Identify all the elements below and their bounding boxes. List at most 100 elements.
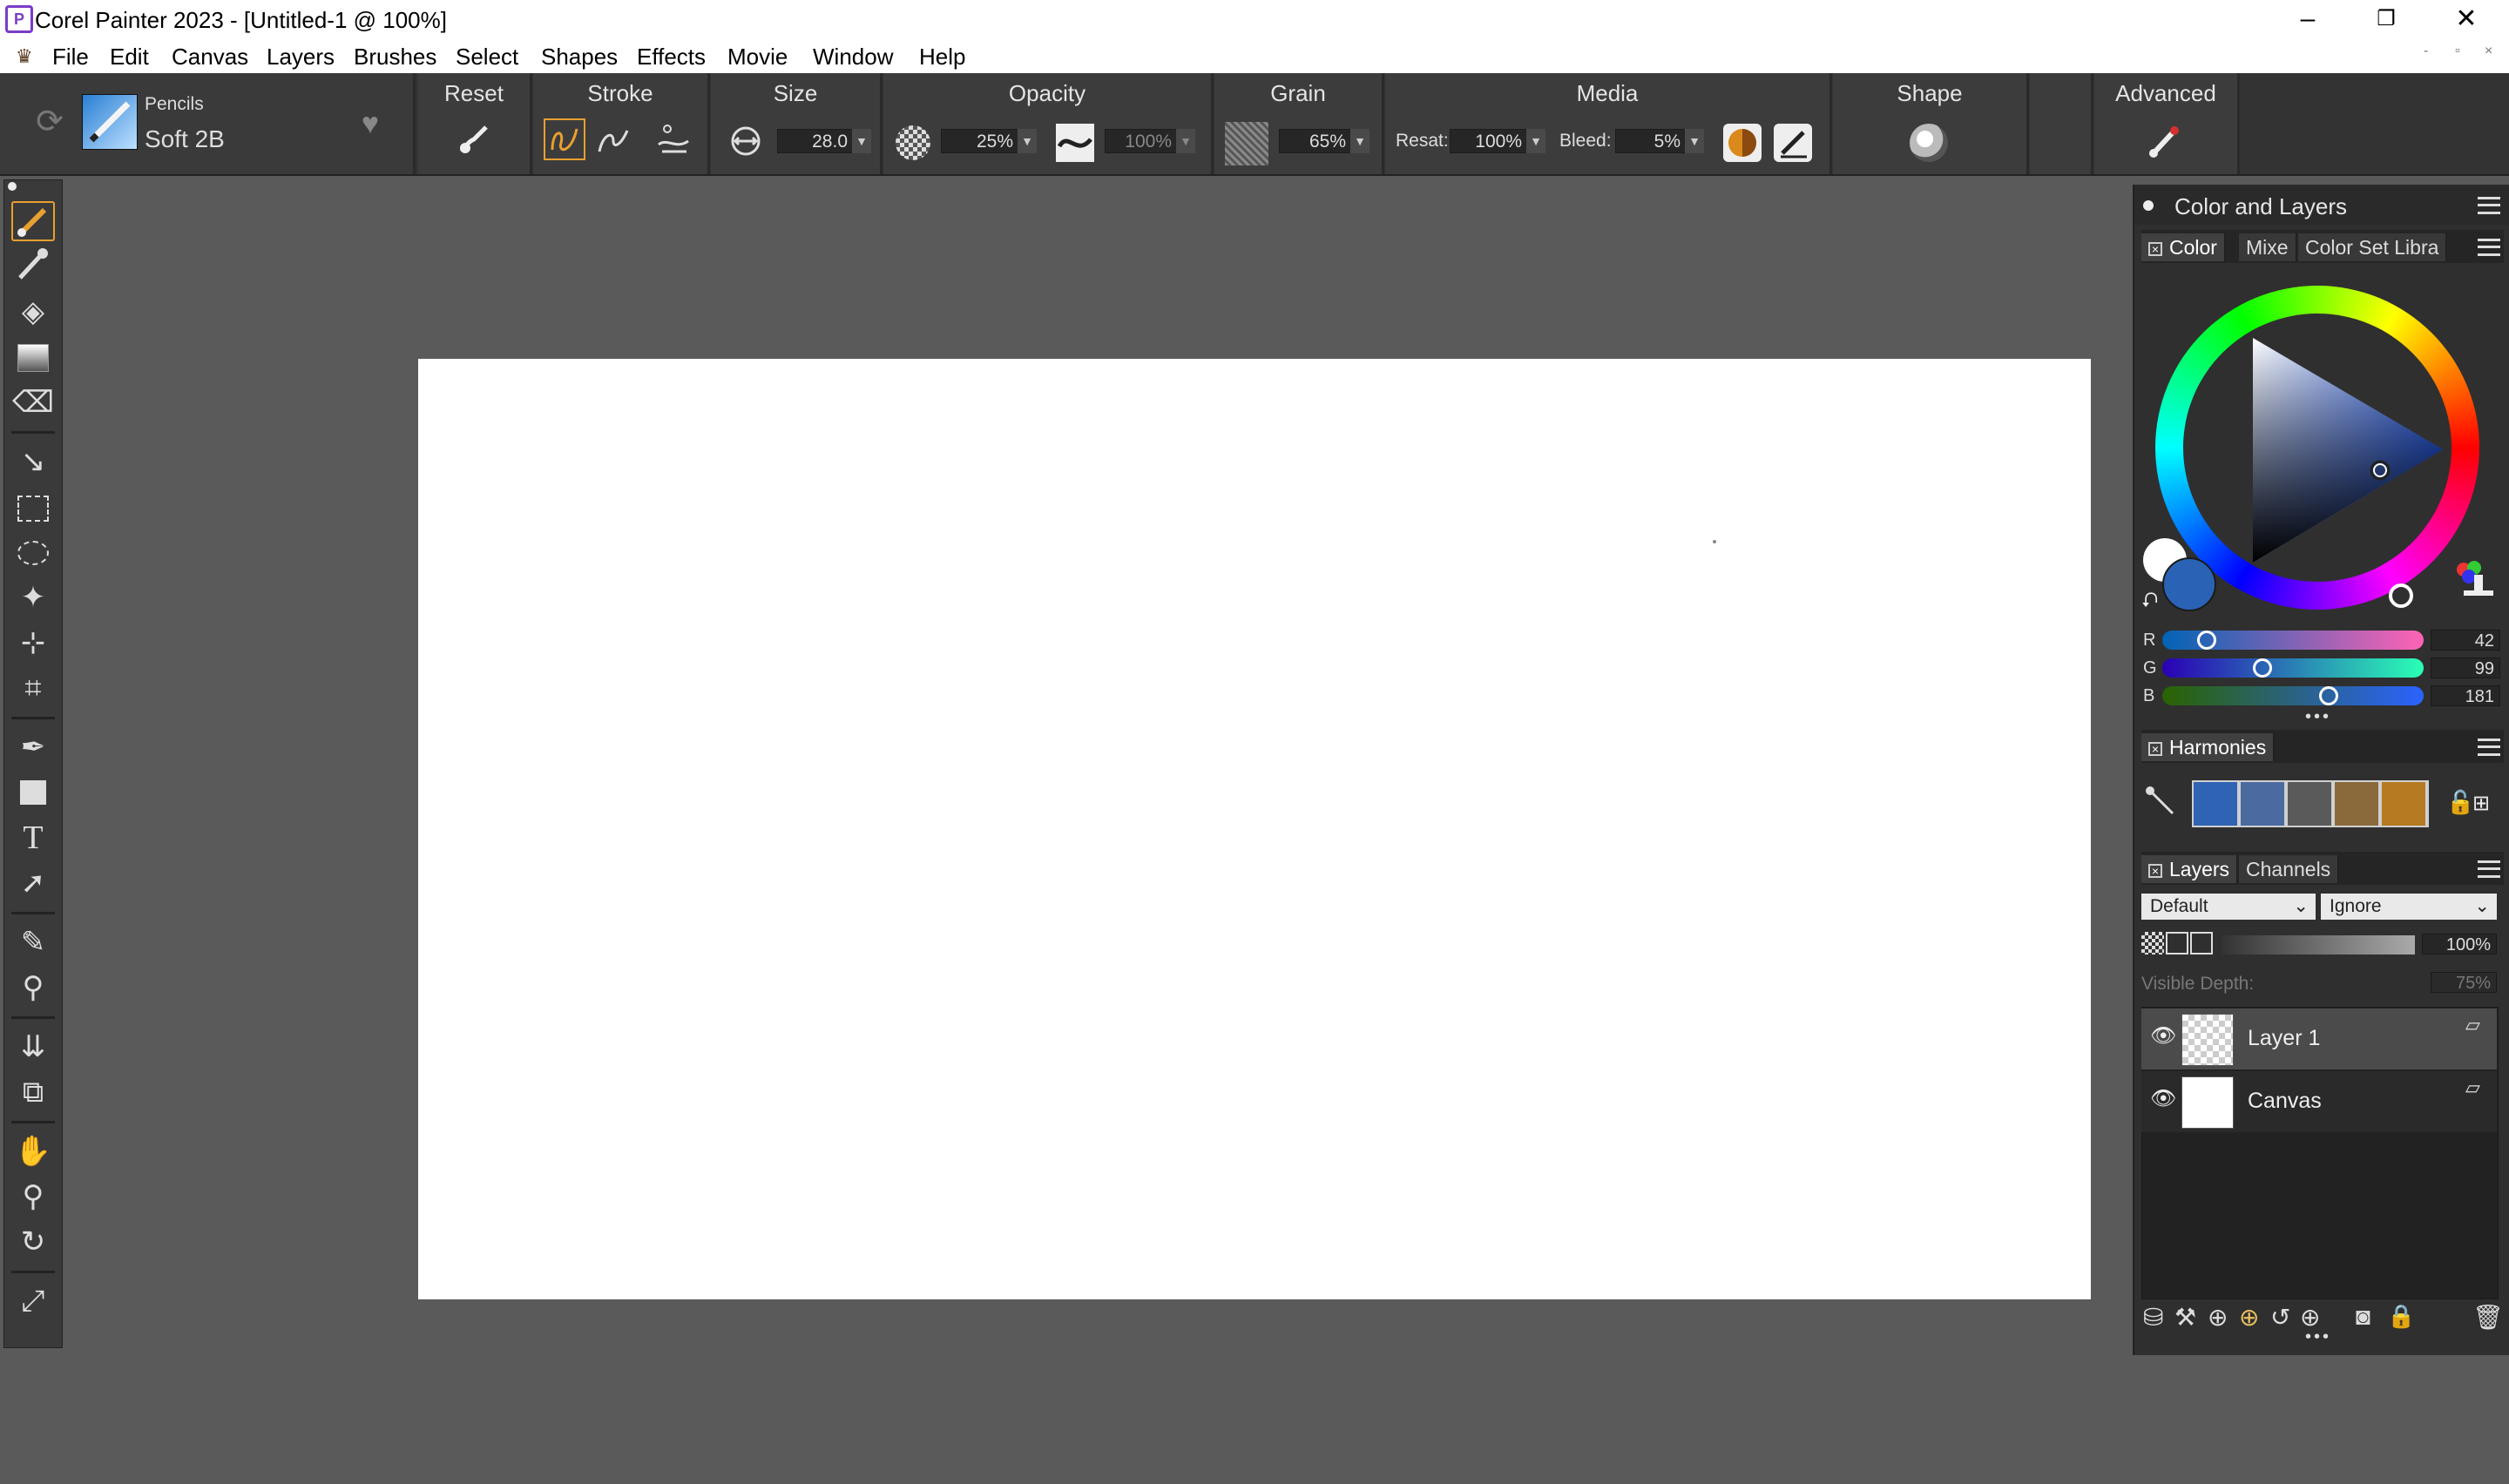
- color-panel-resize-handle[interactable]: •••: [2305, 707, 2331, 727]
- harmony-swatch[interactable]: [2194, 782, 2237, 826]
- composite-depth-select[interactable]: Ignore ⌄: [2321, 894, 2497, 920]
- menu-movie[interactable]: Movie: [727, 44, 788, 71]
- layer-mask-icon[interactable]: ◙: [2356, 1303, 2370, 1331]
- screen-mode-toggle-icon[interactable]: ⤢: [11, 1281, 55, 1321]
- close-panel-icon[interactable]: ×: [2148, 741, 2162, 756]
- visibility-eye-icon[interactable]: 👁: [2150, 1024, 2176, 1049]
- new-liquid-ink-layer-icon[interactable]: ↺: [2270, 1303, 2290, 1332]
- harmony-swatch[interactable]: [2382, 782, 2425, 826]
- color-dropper-icon[interactable]: [2452, 559, 2495, 603]
- visible-depth-input[interactable]: 75%: [2431, 972, 2497, 993]
- layer-opacity-slider[interactable]: [2222, 935, 2415, 954]
- opacity-dropdown[interactable]: ▼: [1018, 129, 1037, 153]
- crop-tool-icon[interactable]: ⌗: [11, 668, 55, 708]
- layers-menu-icon[interactable]: [2478, 860, 2500, 878]
- advanced-brush-icon[interactable]: [2145, 122, 2183, 160]
- menu-effects[interactable]: Effects: [637, 44, 706, 71]
- lock-harmony-icon[interactable]: 🔓: [2446, 789, 2474, 816]
- composite-method-select[interactable]: Default ⌄: [2141, 894, 2316, 920]
- eraser-tool-icon[interactable]: ⌫: [11, 382, 55, 422]
- resat-dropdown[interactable]: ▼: [1526, 129, 1545, 153]
- menu-select[interactable]: Select: [456, 44, 518, 71]
- visibility-eye-icon[interactable]: 👁: [2150, 1087, 2176, 1111]
- transform-tool-icon[interactable]: ⧉: [11, 1072, 55, 1112]
- dropper-options-icon[interactable]: [1774, 124, 1812, 162]
- panel-group-menu-icon[interactable]: [2478, 197, 2500, 214]
- bleed-input[interactable]: 5%: [1615, 129, 1687, 153]
- reset-brush-icon[interactable]: [453, 122, 495, 165]
- cloner-tool-icon[interactable]: ✎: [11, 922, 55, 962]
- menu-window[interactable]: Window: [813, 44, 893, 71]
- delete-layer-icon[interactable]: 🗑: [2472, 1303, 2504, 1332]
- brush-sync-icon[interactable]: ⟳: [28, 105, 71, 139]
- preserve-transparency-icon[interactable]: [2141, 932, 2164, 954]
- opacity-input[interactable]: 25%: [941, 129, 1019, 153]
- resat-input[interactable]: 100%: [1450, 129, 1528, 153]
- close-panel-icon[interactable]: ×: [2148, 863, 2162, 878]
- tab-mixer[interactable]: Mixe: [2239, 233, 2296, 261]
- swap-colors-icon[interactable]: ⮏: [2141, 585, 2158, 621]
- restore-button[interactable]: ❐: [2347, 0, 2425, 40]
- heart-icon[interactable]: ♥: [348, 106, 392, 141]
- lock-layer-icon[interactable]: [2190, 932, 2213, 954]
- layer-opacity-input[interactable]: 100%: [2422, 934, 2497, 954]
- layer-row-layer-1[interactable]: 👁 Layer 1 ▱: [2141, 1008, 2497, 1069]
- panel-grip[interactable]: [2143, 200, 2154, 211]
- painter-document-icon[interactable]: ♛: [16, 45, 35, 67]
- doc-restore-button[interactable]: ▫: [2455, 44, 2460, 59]
- paint-bucket-tool-icon[interactable]: ◈: [11, 292, 55, 332]
- menu-layers[interactable]: Layers: [267, 44, 335, 71]
- dynamic-plugins-icon[interactable]: ⚒: [2174, 1303, 2196, 1332]
- bleed-dropdown[interactable]: ▼: [1685, 129, 1704, 153]
- pen-tool-icon[interactable]: ✒: [11, 727, 55, 767]
- harmony-swatch[interactable]: [2241, 782, 2284, 826]
- text-tool-icon[interactable]: T: [11, 818, 55, 858]
- straight-line-stroke-icon[interactable]: [594, 120, 632, 159]
- menu-brushes[interactable]: Brushes: [354, 44, 436, 71]
- lock-layer-footer-icon[interactable]: 🔒: [2387, 1303, 2415, 1330]
- brush-selector[interactable]: ⟳ Pencils Soft 2B ♥: [0, 73, 416, 174]
- tab-channels[interactable]: Channels: [2239, 855, 2339, 883]
- pick-up-underlying-color-icon[interactable]: [2166, 932, 2188, 954]
- dab-shape-icon[interactable]: [1910, 124, 1948, 162]
- brush-tool-icon[interactable]: [11, 201, 55, 241]
- close-button[interactable]: ✕: [2427, 0, 2506, 40]
- color-panel-menu-icon[interactable]: [2478, 239, 2500, 256]
- media-color-icon[interactable]: [1723, 124, 1762, 162]
- grabber-hand-tool-icon[interactable]: ✋: [11, 1131, 55, 1171]
- harmony-swatch[interactable]: [2288, 782, 2331, 826]
- magic-wand-tool-icon[interactable]: ✦: [11, 577, 55, 617]
- harmony-rule-icon[interactable]: [2143, 784, 2178, 819]
- minimize-button[interactable]: –: [2269, 0, 2347, 40]
- opacity-expression-icon[interactable]: [1056, 124, 1094, 162]
- shape-selection-tool-icon[interactable]: ➚: [11, 863, 55, 903]
- blue-slider-handle[interactable]: [2319, 686, 2338, 705]
- doc-close-button[interactable]: ×: [2485, 44, 2492, 59]
- size-input[interactable]: 28.0: [777, 129, 854, 153]
- magnifier-tool-icon[interactable]: ⚲: [11, 1177, 55, 1217]
- blue-slider[interactable]: [2162, 686, 2424, 705]
- grain-input[interactable]: 65%: [1279, 129, 1352, 153]
- new-watercolor-layer-icon[interactable]: ⊕: [2239, 1303, 2259, 1332]
- harmony-swatch[interactable]: [2335, 782, 2378, 826]
- add-harmony-icon[interactable]: ⊞: [2472, 791, 2490, 816]
- green-slider-handle[interactable]: [2253, 658, 2272, 678]
- dropper-tool-icon[interactable]: [11, 246, 55, 287]
- tab-color-set-libraries[interactable]: Color Set Libra: [2298, 233, 2447, 261]
- red-slider-handle[interactable]: [2197, 631, 2216, 650]
- size-jitter-icon[interactable]: [730, 125, 765, 160]
- selection-adjuster-tool-icon[interactable]: ⊹: [11, 623, 55, 663]
- green-value-input[interactable]: 99: [2431, 658, 2500, 678]
- layer-row-canvas[interactable]: 👁 Canvas ▱: [2141, 1071, 2497, 1132]
- menu-canvas[interactable]: Canvas: [172, 44, 248, 71]
- opacity-jitter-dropdown[interactable]: ▼: [1176, 129, 1195, 153]
- layers-panel-resize-handle[interactable]: •••: [2305, 1327, 2331, 1347]
- layer-commands-icon[interactable]: ⛁: [2143, 1303, 2163, 1332]
- menu-file[interactable]: File: [52, 44, 89, 71]
- document-canvas[interactable]: [418, 359, 2091, 1299]
- primary-color-swatch[interactable]: [2162, 557, 2216, 611]
- tab-color[interactable]: × Color: [2141, 233, 2225, 261]
- rotate-page-tool-icon[interactable]: ↻: [11, 1222, 55, 1262]
- harmonies-menu-icon[interactable]: [2478, 739, 2500, 756]
- menu-edit[interactable]: Edit: [110, 44, 149, 71]
